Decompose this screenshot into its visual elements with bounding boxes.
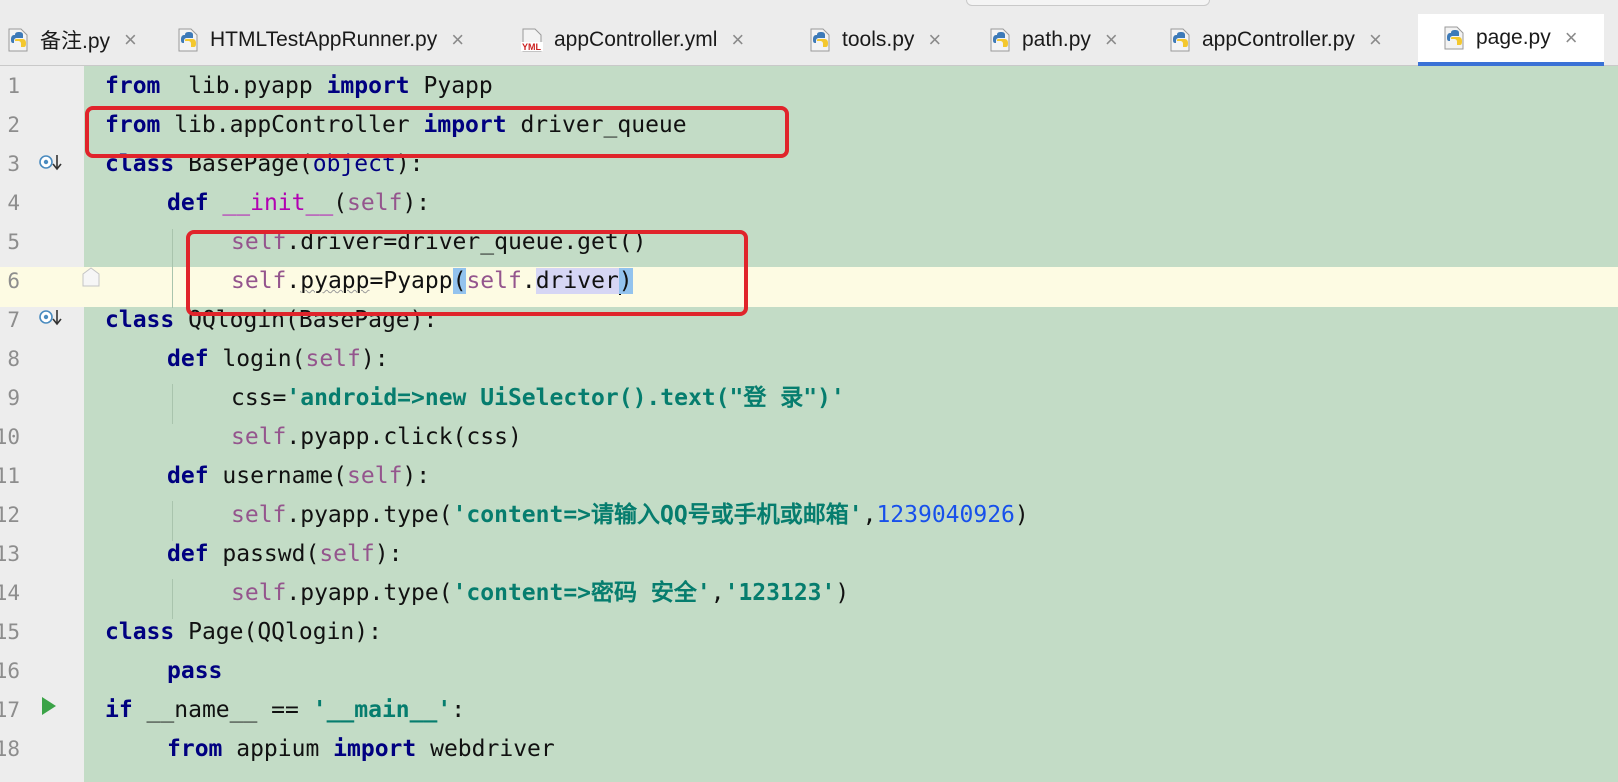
tab-close-icon[interactable]: × — [451, 27, 464, 53]
tab-label: tools.py — [842, 28, 915, 51]
code-editor[interactable]: 1 from lib.pyapp import Pyapp 2 from lib… — [0, 66, 1618, 782]
line-number: 9 — [7, 386, 20, 410]
code-line-15: 15 class Page(QQlogin): — [0, 612, 1618, 652]
tab-page-py[interactable]: page.py × — [1418, 14, 1604, 66]
line-number: 16 — [0, 659, 20, 683]
code-text: self.pyapp.click(css) — [231, 424, 522, 450]
code-text: from appium import webdriver — [167, 736, 555, 762]
line-number: 4 — [7, 191, 20, 215]
editor-tab-bar: 备注.py × HTMLTestAppRunner.py × YML appCo… — [0, 0, 1618, 66]
code-line-3: 3 class BasePage(object): — [0, 144, 1618, 184]
code-line-18: 18 from appium import webdriver — [0, 729, 1618, 769]
code-line-8: 8 def login(self): — [0, 339, 1618, 379]
code-line-1: 1 from lib.pyapp import Pyapp — [0, 66, 1618, 106]
tab-appcontroller-py[interactable]: appController.py × — [1168, 14, 1416, 66]
code-text: self.pyapp=Pyapp(self.driver) — [231, 268, 633, 295]
code-line-13: 13 def passwd(self): — [0, 534, 1618, 574]
tab-beizhu-py[interactable]: 备注.py × — [0, 14, 152, 66]
python-file-icon — [8, 28, 28, 52]
tab-label: appController.py — [1202, 28, 1355, 51]
code-text: self.driver=driver_queue.get() — [231, 229, 647, 255]
line-number: 17 — [0, 698, 20, 722]
tab-close-icon[interactable]: × — [124, 27, 137, 53]
tab-label: appController.yml — [554, 28, 718, 51]
python-file-icon — [178, 28, 198, 52]
line-number: 11 — [0, 464, 20, 488]
code-line-12: 12 self.pyapp.type('content=>请输入QQ号或手机或邮… — [0, 495, 1618, 535]
code-text: class BasePage(object): — [105, 151, 424, 177]
line-number: 2 — [7, 113, 20, 137]
code-line-11: 11 def username(self): — [0, 456, 1618, 496]
code-text: css='android=>new UiSelector().text("登 录… — [231, 385, 845, 411]
code-text: from lib.pyapp import Pyapp — [105, 73, 493, 99]
toolbar-edge — [966, 0, 1210, 6]
line-number: 7 — [7, 308, 20, 332]
tab-close-icon[interactable]: × — [731, 27, 744, 53]
line-number: 10 — [0, 425, 20, 449]
line-number: 14 — [0, 581, 20, 605]
code-line-17: 17 if __name__ == '__main__': — [0, 690, 1618, 730]
line-number: 6 — [7, 269, 20, 293]
tab-label: 备注.py — [40, 30, 111, 53]
code-text: def login(self): — [167, 346, 389, 372]
tab-htmltestapprunner-py[interactable]: HTMLTestAppRunner.py × — [176, 14, 492, 66]
tab-close-icon[interactable]: × — [1105, 27, 1118, 53]
code-line-4: 4 def __init__(self): — [0, 183, 1618, 223]
tab-label: page.py — [1476, 26, 1551, 49]
tab-appcontroller-yml[interactable]: YML appController.yml × — [520, 14, 790, 66]
line-number: 13 — [0, 542, 20, 566]
tab-close-icon[interactable]: × — [1565, 25, 1578, 51]
code-text: def passwd(self): — [167, 541, 403, 567]
python-file-icon — [1170, 28, 1190, 52]
code-line-9: 9 css='android=>new UiSelector().text("登… — [0, 378, 1618, 418]
code-text: def username(self): — [167, 463, 431, 489]
line-number: 8 — [7, 347, 20, 371]
python-file-icon — [1444, 26, 1464, 50]
code-line-2: 2 from lib.appController import driver_q… — [0, 105, 1618, 145]
code-text: class Page(QQlogin): — [105, 619, 382, 645]
line-number: 15 — [0, 620, 20, 644]
code-text: pass — [167, 658, 223, 684]
code-text: def __init__(self): — [167, 190, 431, 216]
python-file-icon — [990, 28, 1010, 52]
yml-badge-text: YML — [522, 42, 542, 52]
line-number: 18 — [0, 737, 20, 761]
code-text: class QQlogin(BasePage): — [105, 307, 438, 333]
tab-label: path.py — [1022, 28, 1091, 51]
code-line-14: 14 self.pyapp.type('content=>密码 安全','123… — [0, 573, 1618, 613]
python-file-icon — [810, 28, 830, 52]
code-line-6: 6 self.pyapp=Pyapp(self.driver) — [0, 261, 1618, 301]
yml-file-icon: YML — [521, 28, 543, 52]
code-text: if __name__ == '__main__': — [105, 697, 466, 723]
code-line-16: 16 pass — [0, 651, 1618, 691]
code-line-5: 5 self.driver=driver_queue.get() — [0, 222, 1618, 262]
tab-close-icon[interactable]: × — [1369, 27, 1382, 53]
code-text: from lib.appController import driver_que… — [105, 112, 687, 138]
line-number: 1 — [7, 74, 20, 98]
code-text: self.pyapp.type('content=>请输入QQ号或手机或邮箱',… — [231, 502, 1029, 528]
tab-path-py[interactable]: path.py × — [988, 14, 1144, 66]
code-line-10: 10 self.pyapp.click(css) — [0, 417, 1618, 457]
code-line-7: 7 class QQlogin(BasePage): — [0, 300, 1618, 340]
line-number: 12 — [0, 503, 20, 527]
code-text: self.pyapp.type('content=>密码 安全','123123… — [231, 580, 850, 606]
tab-label: HTMLTestAppRunner.py — [210, 28, 438, 51]
tab-tools-py[interactable]: tools.py × — [808, 14, 968, 66]
line-number: 5 — [7, 230, 20, 254]
tab-close-icon[interactable]: × — [928, 27, 941, 53]
line-number: 3 — [7, 152, 20, 176]
